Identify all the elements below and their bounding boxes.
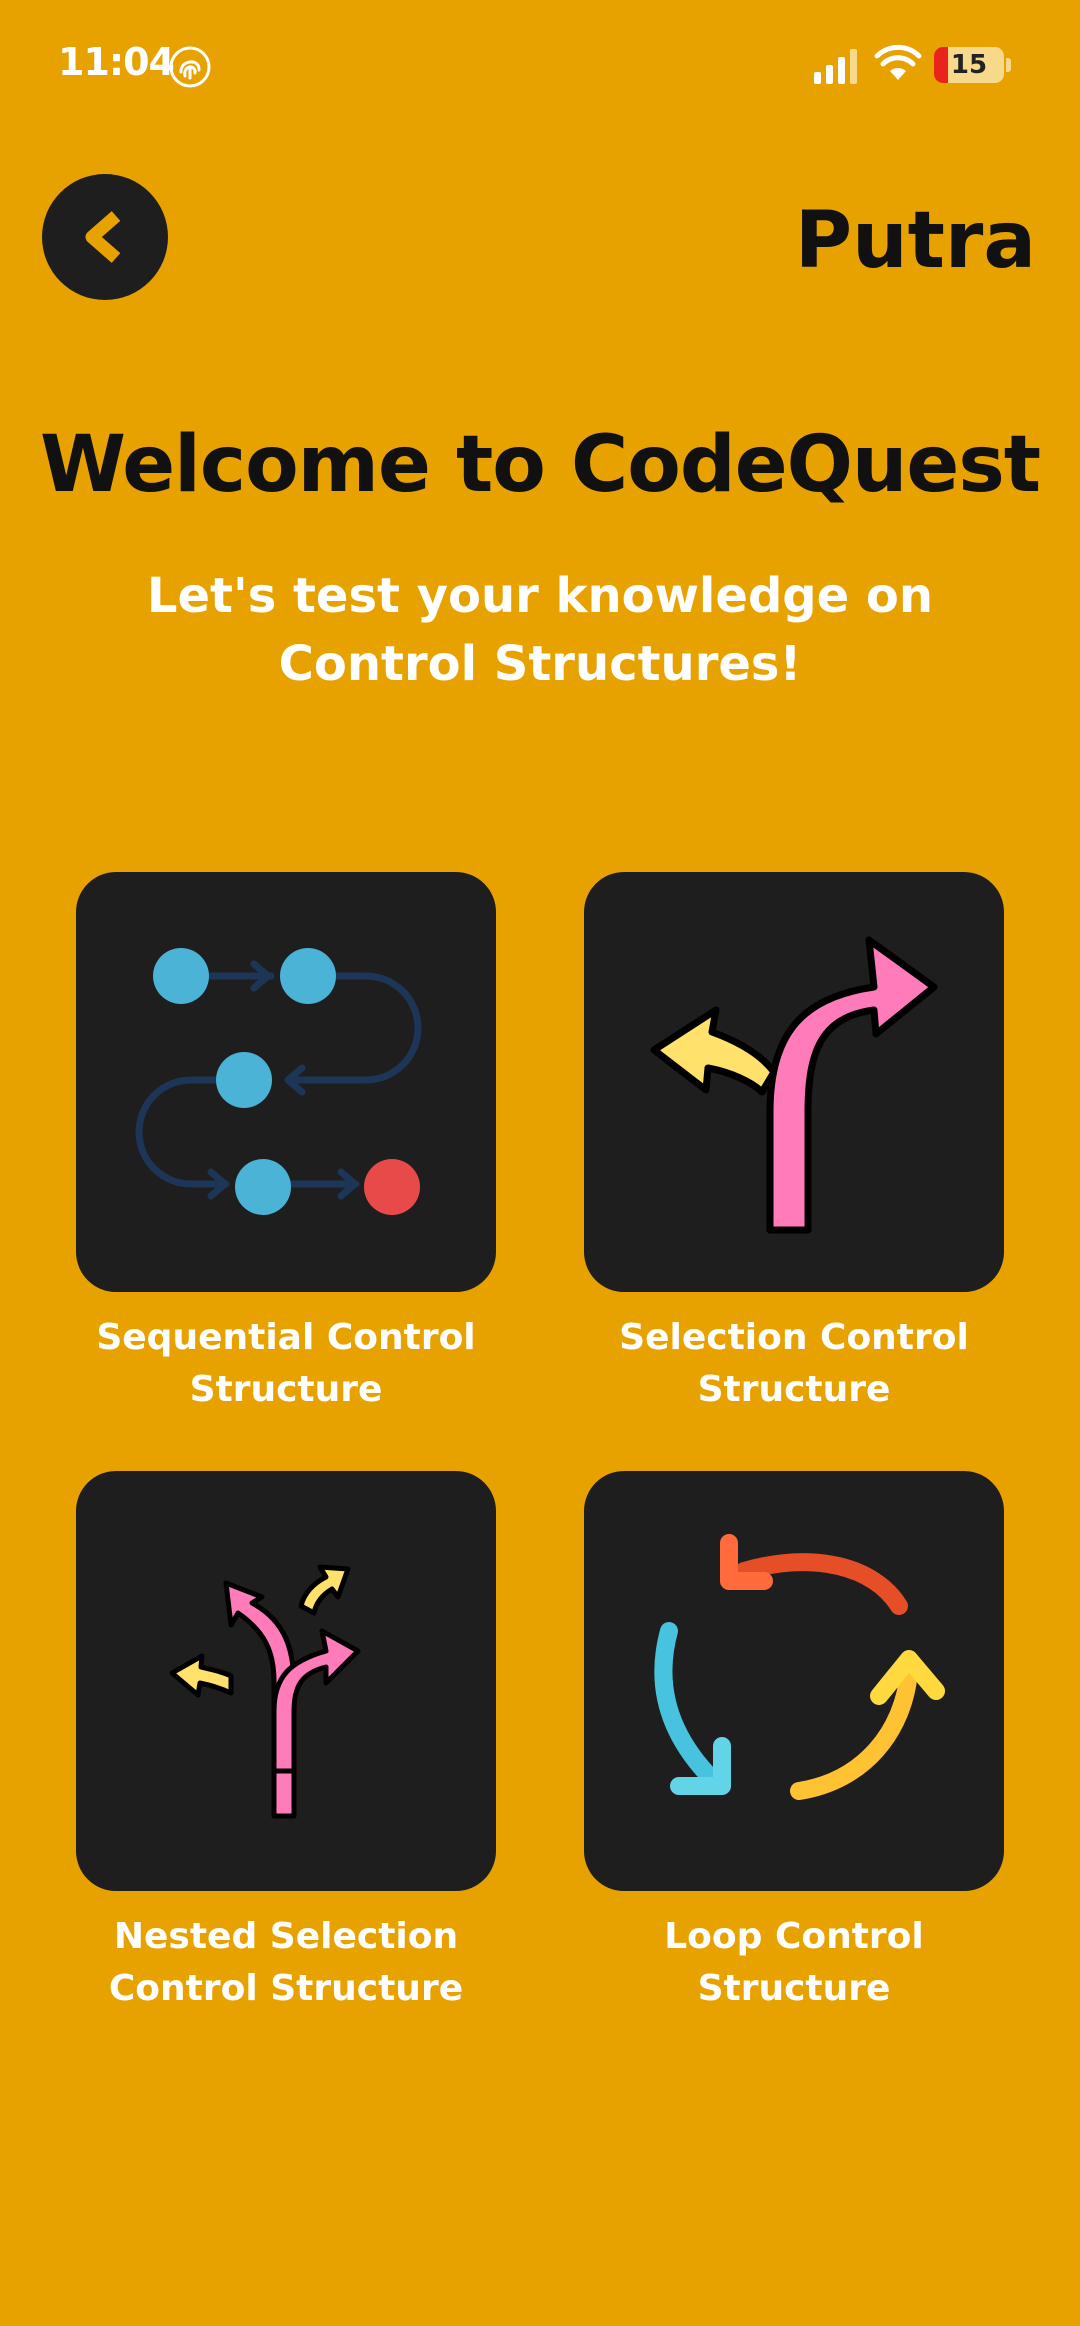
user-name: Putra [794, 196, 1036, 286]
nested-selection-control-label: Nested Selection Control Structure [108, 1916, 464, 2009]
selection-control-card[interactable] [584, 872, 1004, 1292]
loop-control-card[interactable] [584, 1471, 1004, 1891]
back-button[interactable] [42, 174, 168, 300]
status-bar: 11:04 15 [0, 0, 1080, 130]
nested-fork-arrows-icon [169, 1564, 361, 1819]
sequential-control-card[interactable] [76, 872, 496, 1292]
fork-arrows-icon [650, 936, 938, 1234]
nested-selection-control-card[interactable] [76, 1471, 496, 1891]
sequence-flow-icon [135, 948, 422, 1215]
signal-icon [814, 49, 857, 84]
chevron-left-icon [85, 211, 121, 263]
battery-percent: 15 [950, 50, 988, 80]
status-time: 11:04 [58, 40, 175, 84]
wifi-icon [874, 44, 922, 80]
page-title: Welcome to CodeQuest [39, 420, 1041, 510]
selection-control-label: Selection Control Structure [619, 1317, 969, 1410]
battery-tip [1006, 58, 1011, 72]
cycle-arrows-icon [654, 1534, 945, 1800]
fingerprint-icon [169, 46, 211, 88]
battery-icon: 15 [934, 47, 1004, 83]
page-subtitle: Let's test your knowledge on Control Str… [146, 568, 934, 692]
sequential-control-label: Sequential Control Structure [96, 1317, 476, 1410]
loop-control-label: Loop Control Structure [664, 1916, 924, 2009]
